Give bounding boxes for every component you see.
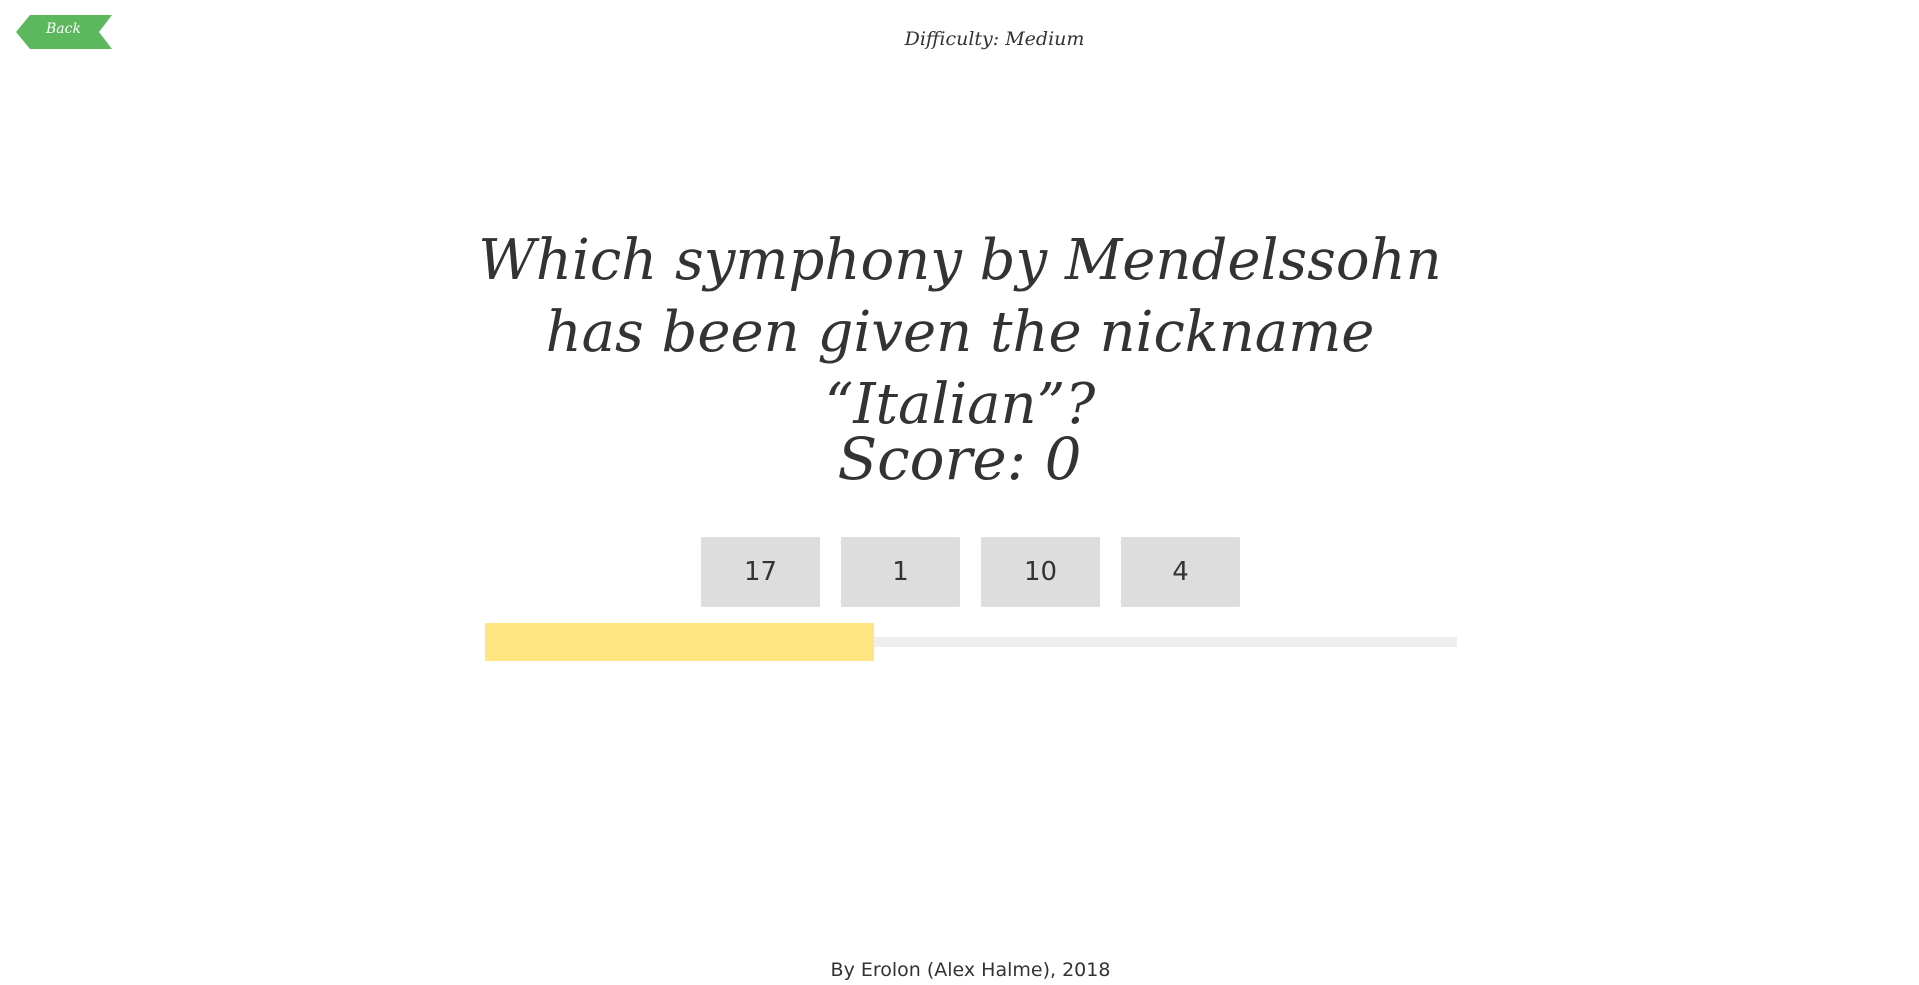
question-text: Which symphony by Mendelssohn has been g… xyxy=(478,228,1442,437)
footer: By Erolon (Alex Halme), 2018 xyxy=(0,959,1919,981)
answer-button[interactable]: 10 xyxy=(981,537,1100,607)
difficulty-label: Difficulty: Medium xyxy=(904,28,1085,50)
progress-fill xyxy=(485,623,874,661)
answer-button[interactable]: 17 xyxy=(701,537,820,607)
answer-button[interactable]: 4 xyxy=(1121,537,1240,607)
quiz-page: Back Difficulty: Medium Which symphony b… xyxy=(0,0,1919,985)
answer-options: 17 1 10 4 xyxy=(701,537,1240,607)
score-display: Score: 0 xyxy=(837,425,1082,493)
difficulty-indicator: Difficulty: Medium xyxy=(0,28,1919,50)
footer-credit: By Erolon (Alex Halme), 2018 xyxy=(830,959,1111,981)
answer-button[interactable]: 1 xyxy=(841,537,960,607)
